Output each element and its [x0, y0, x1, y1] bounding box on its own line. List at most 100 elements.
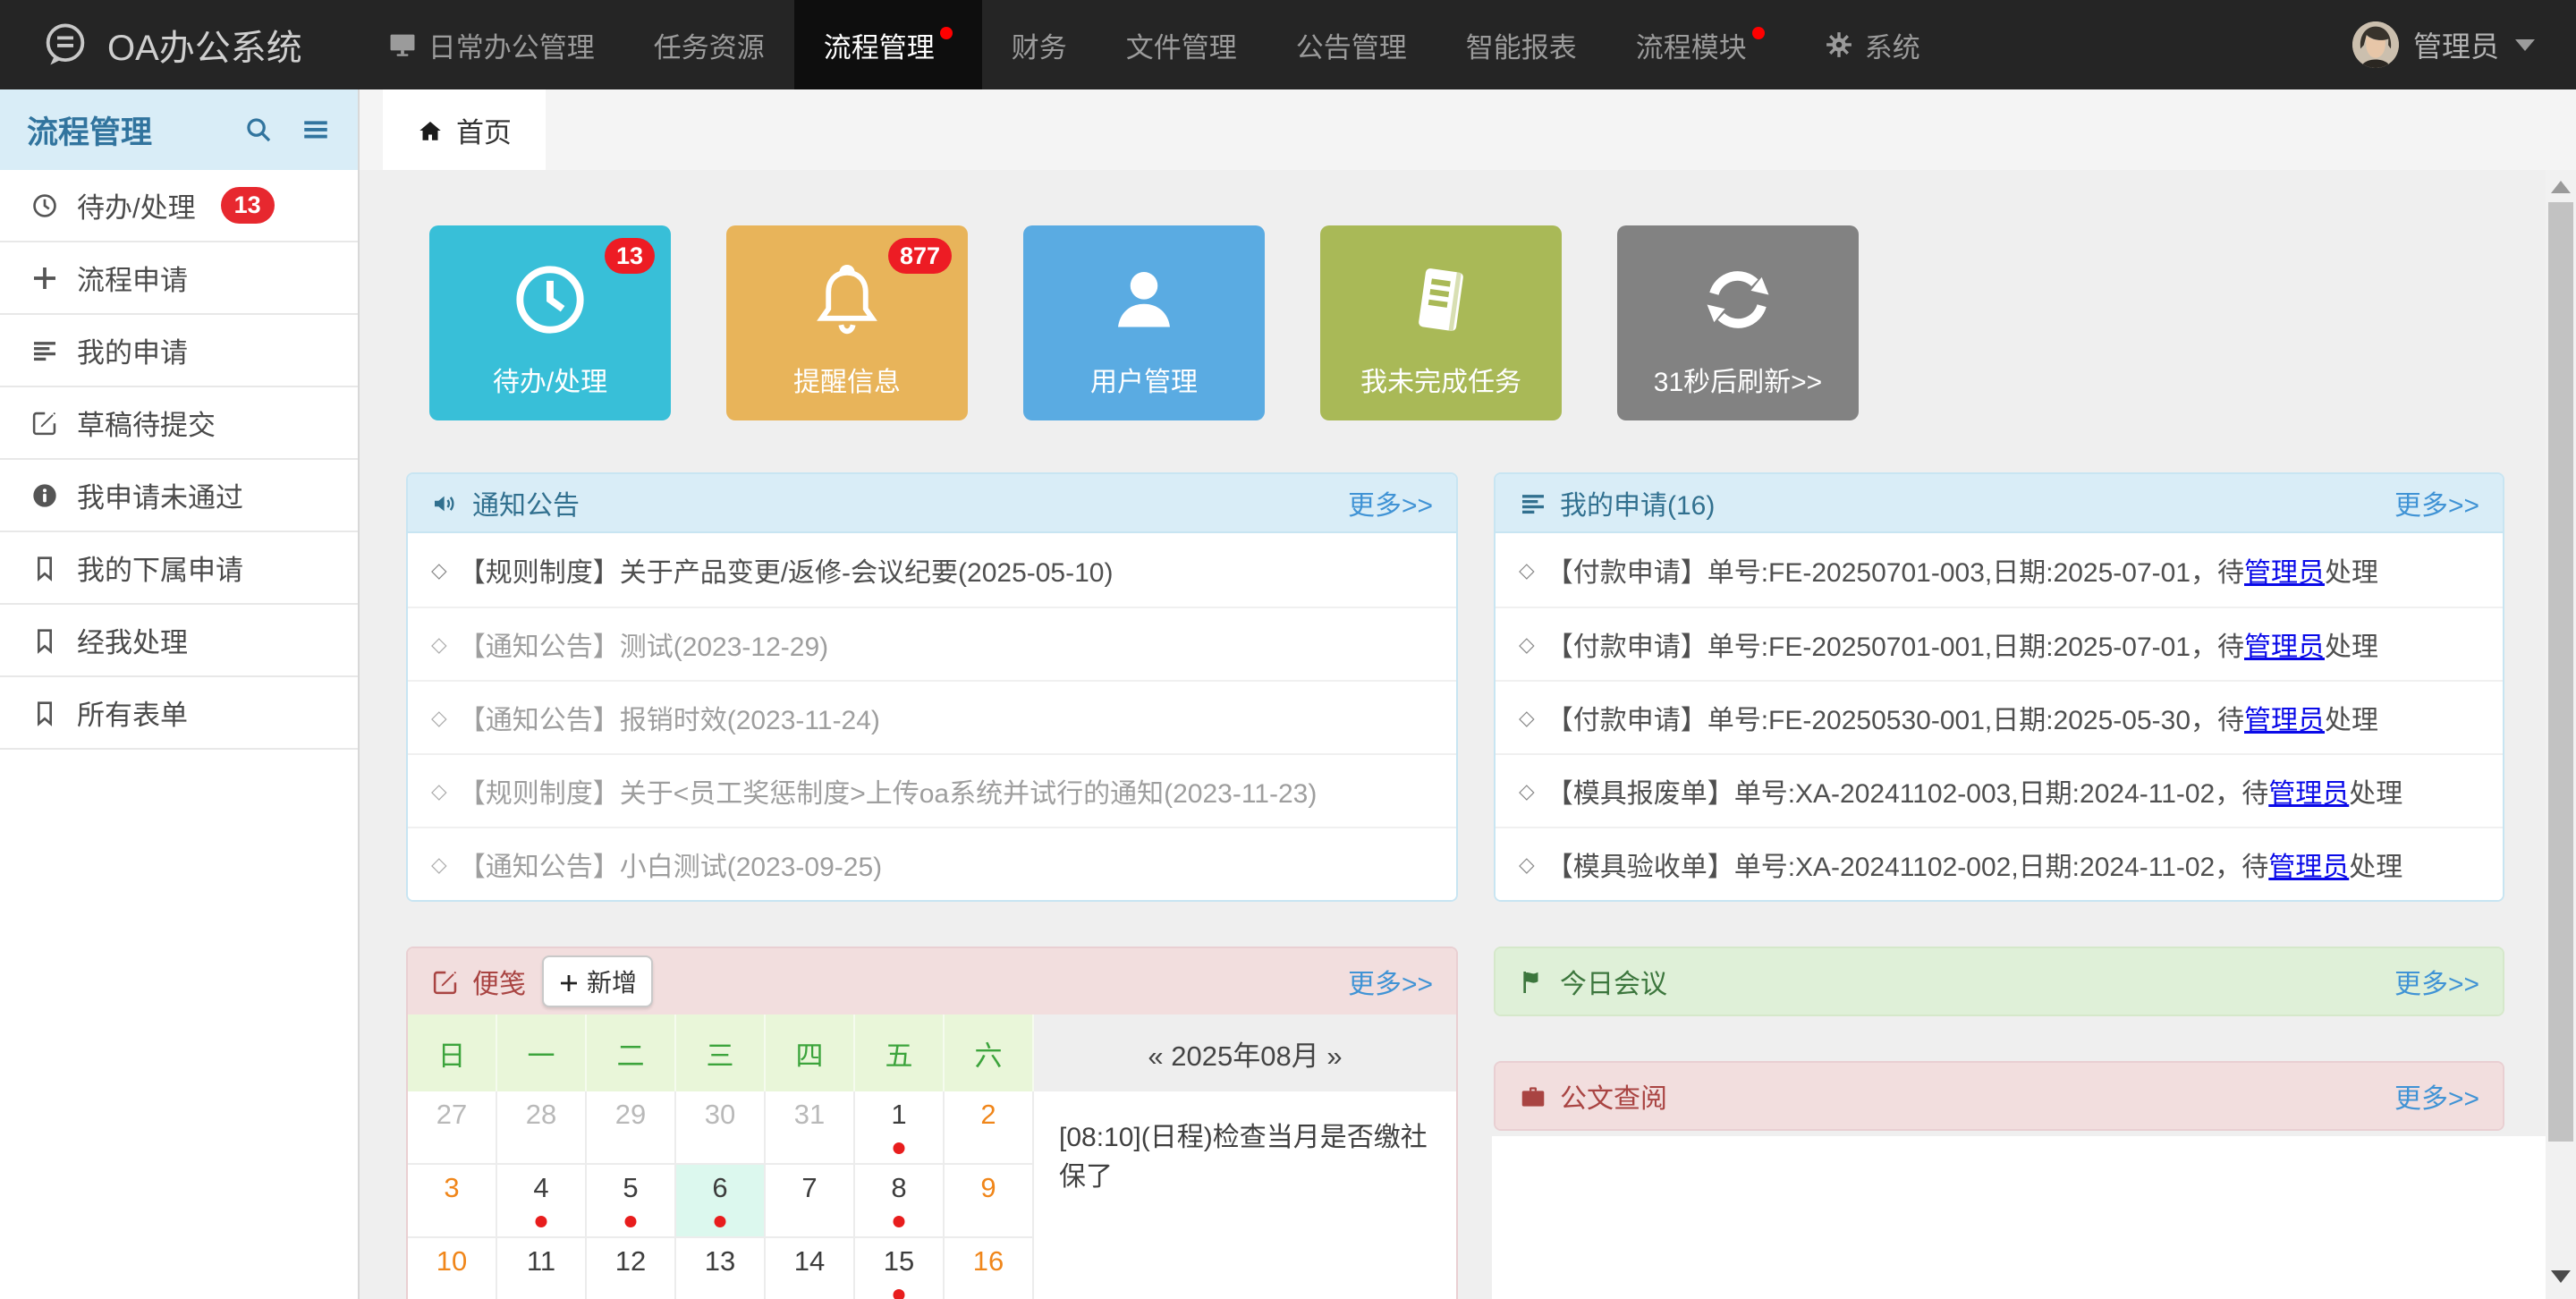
- notice-item[interactable]: ◇【规则制度】关于<员工奖惩制度>上传oa系统并试行的通知(2023-11-23…: [408, 753, 1456, 827]
- documents-more-link[interactable]: 更多>>: [2394, 1076, 2479, 1116]
- calendar-weekday-row: 日一二三四五六: [408, 1015, 1034, 1091]
- list-icon: [30, 336, 59, 365]
- avatar-image: [2352, 21, 2399, 68]
- navbar-item-label: 系统: [1865, 25, 1920, 65]
- scrollbar-thumb[interactable]: [2548, 202, 2573, 1142]
- info-icon: [30, 481, 59, 510]
- navbar-item-process[interactable]: 流程管理: [794, 0, 982, 89]
- navbar-item-label: 日常办公管理: [428, 25, 595, 65]
- navbar-item-label: 流程模块: [1636, 25, 1747, 65]
- plus-icon: [30, 264, 59, 293]
- brand[interactable]: OA办公系统: [0, 0, 335, 89]
- sidebar-item-todo[interactable]: 待办/处理13: [0, 170, 358, 242]
- sidebar-item-apply[interactable]: 流程申请: [0, 242, 358, 315]
- calendar-day[interactable]: 1: [855, 1091, 945, 1165]
- calendar-day[interactable]: 14: [766, 1238, 855, 1299]
- navbar-item-files[interactable]: 文件管理: [1097, 0, 1267, 89]
- notes-panel: 便笺 新增 更多>> 日一二三四五六 272829303112345678910…: [406, 947, 1458, 1299]
- notice-item[interactable]: ◇【通知公告】报销时效(2023-11-24): [408, 680, 1456, 753]
- assignee-link[interactable]: 管理员: [2244, 550, 2325, 590]
- weekday-label: 六: [945, 1015, 1034, 1091]
- calendar-day[interactable]: 4: [497, 1165, 587, 1238]
- clock-icon: [508, 258, 592, 342]
- calendar-day[interactable]: 15: [855, 1238, 945, 1299]
- application-item[interactable]: ◇【模具报废单】单号:XA-20241102-003,日期:2024-11-02…: [1496, 753, 2503, 827]
- navbar-item-reports[interactable]: 智能报表: [1436, 0, 1606, 89]
- calendar-day[interactable]: 8: [855, 1165, 945, 1238]
- tile-unfinished-tasks[interactable]: 我未完成任务: [1320, 225, 1562, 420]
- calendar-day[interactable]: 13: [676, 1238, 766, 1299]
- day-number: 3: [408, 1172, 496, 1204]
- plus-icon: [558, 972, 580, 994]
- schedule-item[interactable]: [08:10](日程)检查当月是否缴社保了: [1034, 1091, 1456, 1299]
- navbar-item-modules[interactable]: 流程模块: [1606, 0, 1794, 89]
- tab-bar: 首页: [360, 89, 2576, 170]
- assignee-link[interactable]: 管理员: [2268, 771, 2349, 811]
- user-menu[interactable]: 管理员: [2311, 0, 2576, 89]
- calendar-day[interactable]: 28: [497, 1091, 587, 1165]
- notice-more-link[interactable]: 更多>>: [1348, 483, 1433, 522]
- calendar-day[interactable]: 12: [587, 1238, 676, 1299]
- calendar-day[interactable]: 16: [945, 1238, 1034, 1299]
- sidebar-item-rejected[interactable]: 我申请未通过: [0, 460, 358, 532]
- meetings-more-link[interactable]: 更多>>: [2394, 962, 2479, 1001]
- notice-item[interactable]: ◇【通知公告】小白测试(2023-09-25): [408, 827, 1456, 900]
- scroll-down-arrow-icon[interactable]: [2551, 1270, 2571, 1283]
- event-dot: [625, 1216, 637, 1227]
- tab-home[interactable]: 首页: [383, 89, 546, 170]
- sidebar-item-drafts[interactable]: 草稿待提交: [0, 387, 358, 460]
- calendar-day[interactable]: 9: [945, 1165, 1034, 1238]
- calendar-day[interactable]: 2: [945, 1091, 1034, 1165]
- assignee-link[interactable]: 管理员: [2268, 845, 2349, 884]
- assignee-link[interactable]: 管理员: [2244, 624, 2325, 664]
- notice-item[interactable]: ◇【通知公告】测试(2023-12-29): [408, 607, 1456, 680]
- application-item[interactable]: ◇【付款申请】单号:FE-20250701-003,日期:2025-07-01，…: [1496, 533, 2503, 607]
- my-applications-more-link[interactable]: 更多>>: [2394, 483, 2479, 522]
- notice-panel-header: 通知公告 更多>>: [408, 474, 1456, 533]
- diamond-icon: ◇: [431, 779, 447, 803]
- application-item[interactable]: ◇【付款申请】单号:FE-20250701-001,日期:2025-07-01，…: [1496, 607, 2503, 680]
- tile-users[interactable]: 用户管理: [1023, 225, 1265, 420]
- application-item[interactable]: ◇【付款申请】单号:FE-20250530-001,日期:2025-05-30，…: [1496, 680, 2503, 753]
- day-number: 12: [587, 1245, 674, 1278]
- navbar-item-tasks[interactable]: 任务资源: [624, 0, 794, 89]
- navbar-item-label: 任务资源: [654, 25, 765, 65]
- calendar-day[interactable]: 10: [408, 1238, 497, 1299]
- tile-todo[interactable]: 13待办/处理: [429, 225, 671, 420]
- navbar-item-system[interactable]: 系统: [1794, 0, 1950, 89]
- sidebar-item-processed-by-me[interactable]: 经我处理: [0, 605, 358, 677]
- navbar-item-notices[interactable]: 公告管理: [1267, 0, 1436, 89]
- calendar-month-nav[interactable]: « 2025年08月 »: [1034, 1015, 1456, 1091]
- calendar-day[interactable]: 29: [587, 1091, 676, 1165]
- calendar-day[interactable]: 11: [497, 1238, 587, 1299]
- avatar: [2352, 21, 2399, 68]
- add-note-button[interactable]: 新增: [542, 955, 653, 1007]
- day-number: 10: [408, 1245, 496, 1278]
- sidebar-item-subordinate[interactable]: 我的下属申请: [0, 532, 358, 605]
- notice-item[interactable]: ◇【规则制度】关于产品变更/返修-会议纪要(2025-05-10): [408, 533, 1456, 607]
- edit-icon: [431, 968, 460, 997]
- diamond-icon: ◇: [431, 633, 447, 657]
- calendar-day[interactable]: 3: [408, 1165, 497, 1238]
- assignee-link[interactable]: 管理员: [2244, 698, 2325, 737]
- sidebar-item-my-applications[interactable]: 我的申请: [0, 315, 358, 387]
- tile-reminders[interactable]: 877提醒信息: [726, 225, 968, 420]
- sidebar-item-label: 我的下属申请: [77, 548, 243, 588]
- tile-refresh[interactable]: 31秒后刷新>>: [1617, 225, 1859, 420]
- navbar-item-daily[interactable]: 日常办公管理: [358, 0, 624, 89]
- scroll-up-arrow-icon[interactable]: [2551, 181, 2571, 193]
- application-item[interactable]: ◇【模具验收单】单号:XA-20241102-002,日期:2024-11-02…: [1496, 827, 2503, 900]
- calendar-day-today[interactable]: 6: [676, 1165, 766, 1238]
- sidebar-item-label: 待办/处理: [77, 185, 196, 225]
- vertical-scrollbar[interactable]: [2546, 170, 2576, 1299]
- calendar-day[interactable]: 7: [766, 1165, 855, 1238]
- notes-more-link[interactable]: 更多>>: [1348, 962, 1433, 1001]
- search-icon: [243, 115, 274, 145]
- calendar-day[interactable]: 30: [676, 1091, 766, 1165]
- navbar-item-finance[interactable]: 财务: [982, 0, 1097, 89]
- calendar-day[interactable]: 5: [587, 1165, 676, 1238]
- calendar-day[interactable]: 31: [766, 1091, 855, 1165]
- sidebar-item-all-forms[interactable]: 所有表单: [0, 677, 358, 750]
- calendar-day[interactable]: 27: [408, 1091, 497, 1165]
- bookmark-icon: [30, 626, 59, 655]
